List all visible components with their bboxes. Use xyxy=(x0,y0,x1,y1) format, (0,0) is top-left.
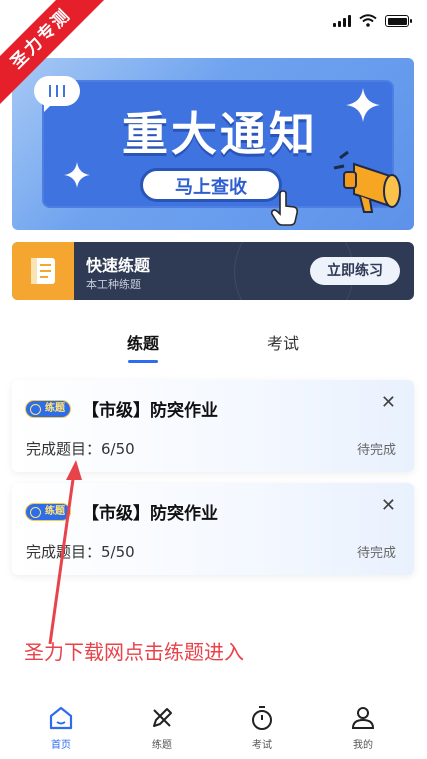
practice-now-button[interactable]: 立即练习 xyxy=(310,257,400,285)
sparkle-icon xyxy=(346,88,380,122)
wifi-icon xyxy=(359,14,377,27)
task-progress: 完成题目：6/50 xyxy=(26,440,135,458)
nav-label: 我的 xyxy=(353,740,373,751)
tab-exam[interactable]: 考试 xyxy=(253,330,313,354)
nav-label: 考试 xyxy=(252,740,272,751)
task-title: 【市级】防突作业 xyxy=(82,401,218,421)
close-icon[interactable]: ✕ xyxy=(381,495,396,516)
nav-label: 首页 xyxy=(51,740,71,751)
status-icons xyxy=(333,14,412,27)
watermark-text: 圣力专测 xyxy=(0,0,107,105)
quick-practice-title: 快速练题 xyxy=(86,256,151,275)
stopwatch-icon xyxy=(252,706,272,730)
pencil-icon xyxy=(153,708,172,727)
home-icon xyxy=(49,706,73,730)
quick-practice-subtitle: 本工种练题 xyxy=(86,278,141,291)
banner-title: 重大通知 xyxy=(122,107,318,161)
close-icon[interactable]: ✕ xyxy=(381,392,396,413)
active-tab-indicator xyxy=(128,360,158,363)
practice-badge: 练题 xyxy=(25,400,71,418)
nav-home[interactable]: 首页 xyxy=(31,704,91,751)
quick-practice-card[interactable]: 快速练题 本工种练题 立即练习 xyxy=(12,242,414,300)
bottom-nav: 首页 练题 考试 我的 xyxy=(0,700,427,759)
sparkle-icon xyxy=(64,162,90,188)
check-now-button[interactable]: 马上查收 xyxy=(140,168,282,202)
task-title: 【市级】防突作业 xyxy=(82,504,218,524)
annotation-arrow-icon xyxy=(48,460,82,645)
book-icon xyxy=(31,258,55,284)
user-icon xyxy=(351,707,375,729)
nav-label: 练题 xyxy=(152,740,172,751)
watermark-ribbon: 圣力专测 xyxy=(0,0,110,110)
nav-practice[interactable]: 练题 xyxy=(132,704,192,751)
megaphone-icon xyxy=(333,150,401,213)
battery-icon xyxy=(385,15,412,27)
quick-practice-icon-box xyxy=(12,242,74,300)
task-status: 待完成 xyxy=(356,443,396,458)
nav-exam[interactable]: 考试 xyxy=(232,704,292,751)
signal-icon xyxy=(333,15,351,27)
hand-pointer-icon xyxy=(270,190,298,226)
tab-bar: 练题 考试 xyxy=(0,326,427,366)
nav-profile[interactable]: 我的 xyxy=(333,704,393,751)
tab-practice[interactable]: 练题 xyxy=(113,330,173,354)
annotation-text: 圣力下载网点击练题进入 xyxy=(24,640,244,664)
task-status: 待完成 xyxy=(356,546,396,561)
